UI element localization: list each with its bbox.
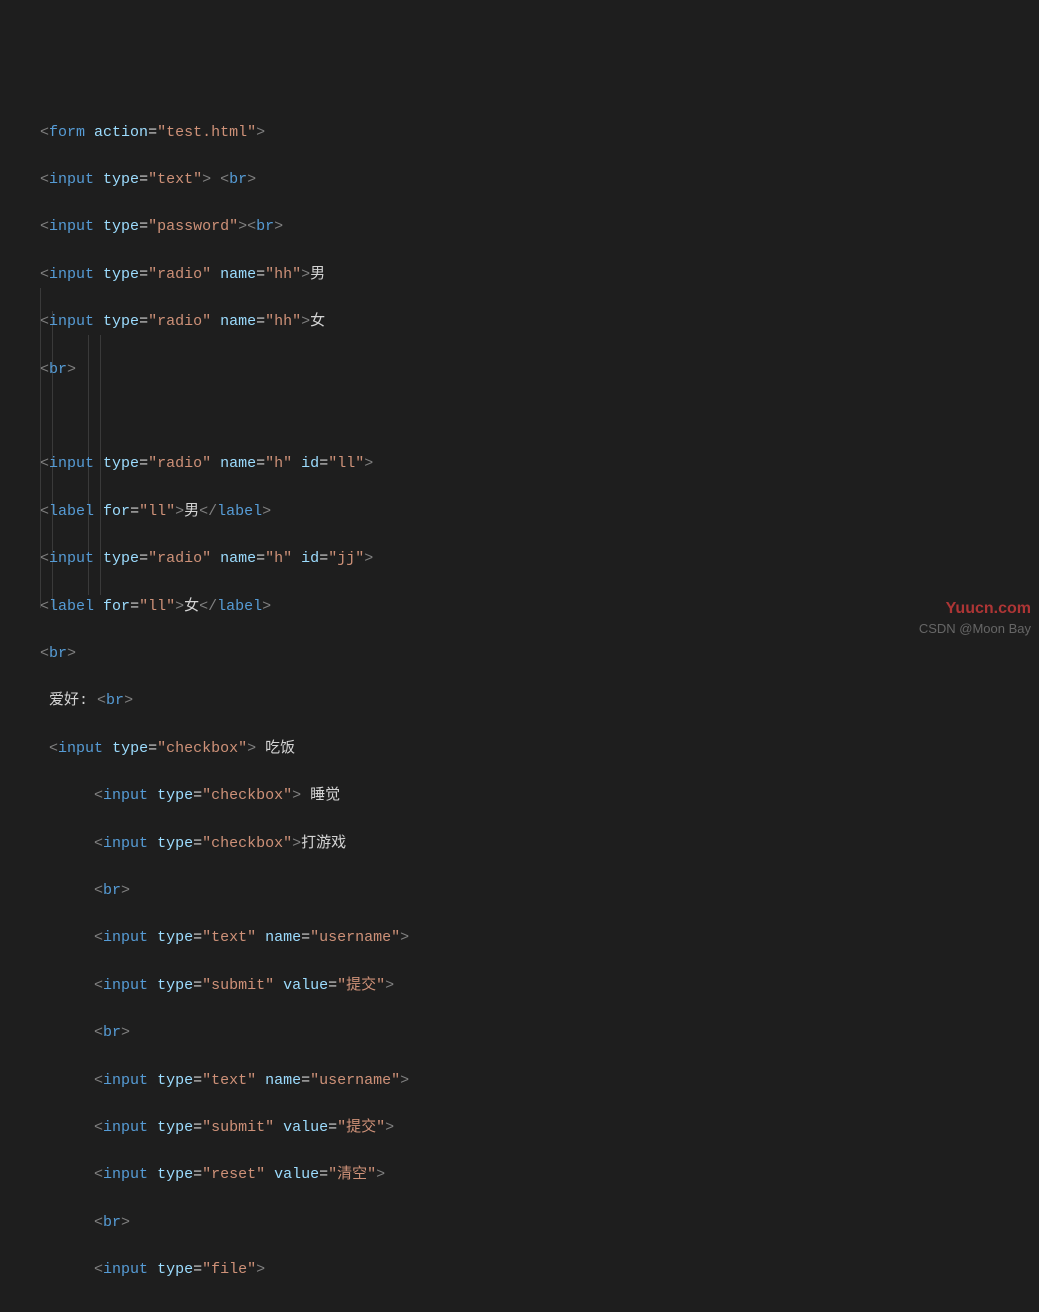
code-line[interactable]: <input type="text"> <br> bbox=[40, 168, 1039, 192]
code-line[interactable]: <br> bbox=[40, 1211, 1039, 1235]
code-line[interactable]: 爱好: <br> bbox=[40, 689, 1039, 713]
code-line[interactable]: <input type="file"> bbox=[40, 1258, 1039, 1282]
code-line[interactable]: <input type="submit" value="提交"> bbox=[40, 974, 1039, 998]
code-line[interactable]: <form action="test.html"> bbox=[40, 121, 1039, 145]
code-line[interactable] bbox=[40, 405, 1039, 429]
watermark-author: CSDN @Moon Bay bbox=[919, 617, 1031, 641]
code-line[interactable]: <input type="radio" name="h" id="jj"> bbox=[40, 547, 1039, 571]
code-line[interactable]: <input type="checkbox"> 吃饭 bbox=[40, 737, 1039, 761]
code-line[interactable]: <input type="reset" value="清空"> bbox=[40, 1163, 1039, 1187]
code-editor[interactable]: <form action="test.html"> <input type="t… bbox=[0, 0, 1039, 1312]
code-line[interactable] bbox=[40, 1306, 1039, 1312]
code-line[interactable]: <input type="password"><br> bbox=[40, 215, 1039, 239]
code-line[interactable]: <input type="text" name="username"> bbox=[40, 1069, 1039, 1093]
code-line[interactable]: <label for="ll">男</label> bbox=[40, 500, 1039, 524]
code-line[interactable]: <br> bbox=[40, 642, 1039, 666]
code-line[interactable]: <label for="ll">女</label> bbox=[40, 595, 1039, 619]
code-line[interactable]: <input type="radio" name="hh">男 bbox=[40, 263, 1039, 287]
code-line[interactable]: <input type="radio" name="hh">女 bbox=[40, 310, 1039, 334]
code-line[interactable]: <br> bbox=[40, 358, 1039, 382]
code-line[interactable]: <input type="checkbox"> 睡觉 bbox=[40, 784, 1039, 808]
code-line[interactable]: <br> bbox=[40, 879, 1039, 903]
code-line[interactable]: <input type="radio" name="h" id="ll"> bbox=[40, 452, 1039, 476]
code-line[interactable]: <input type="text" name="username"> bbox=[40, 926, 1039, 950]
code-line[interactable]: <br> bbox=[40, 1021, 1039, 1045]
code-line[interactable]: <input type="checkbox">打游戏 bbox=[40, 832, 1039, 856]
code-line[interactable]: <input type="submit" value="提交"> bbox=[40, 1116, 1039, 1140]
